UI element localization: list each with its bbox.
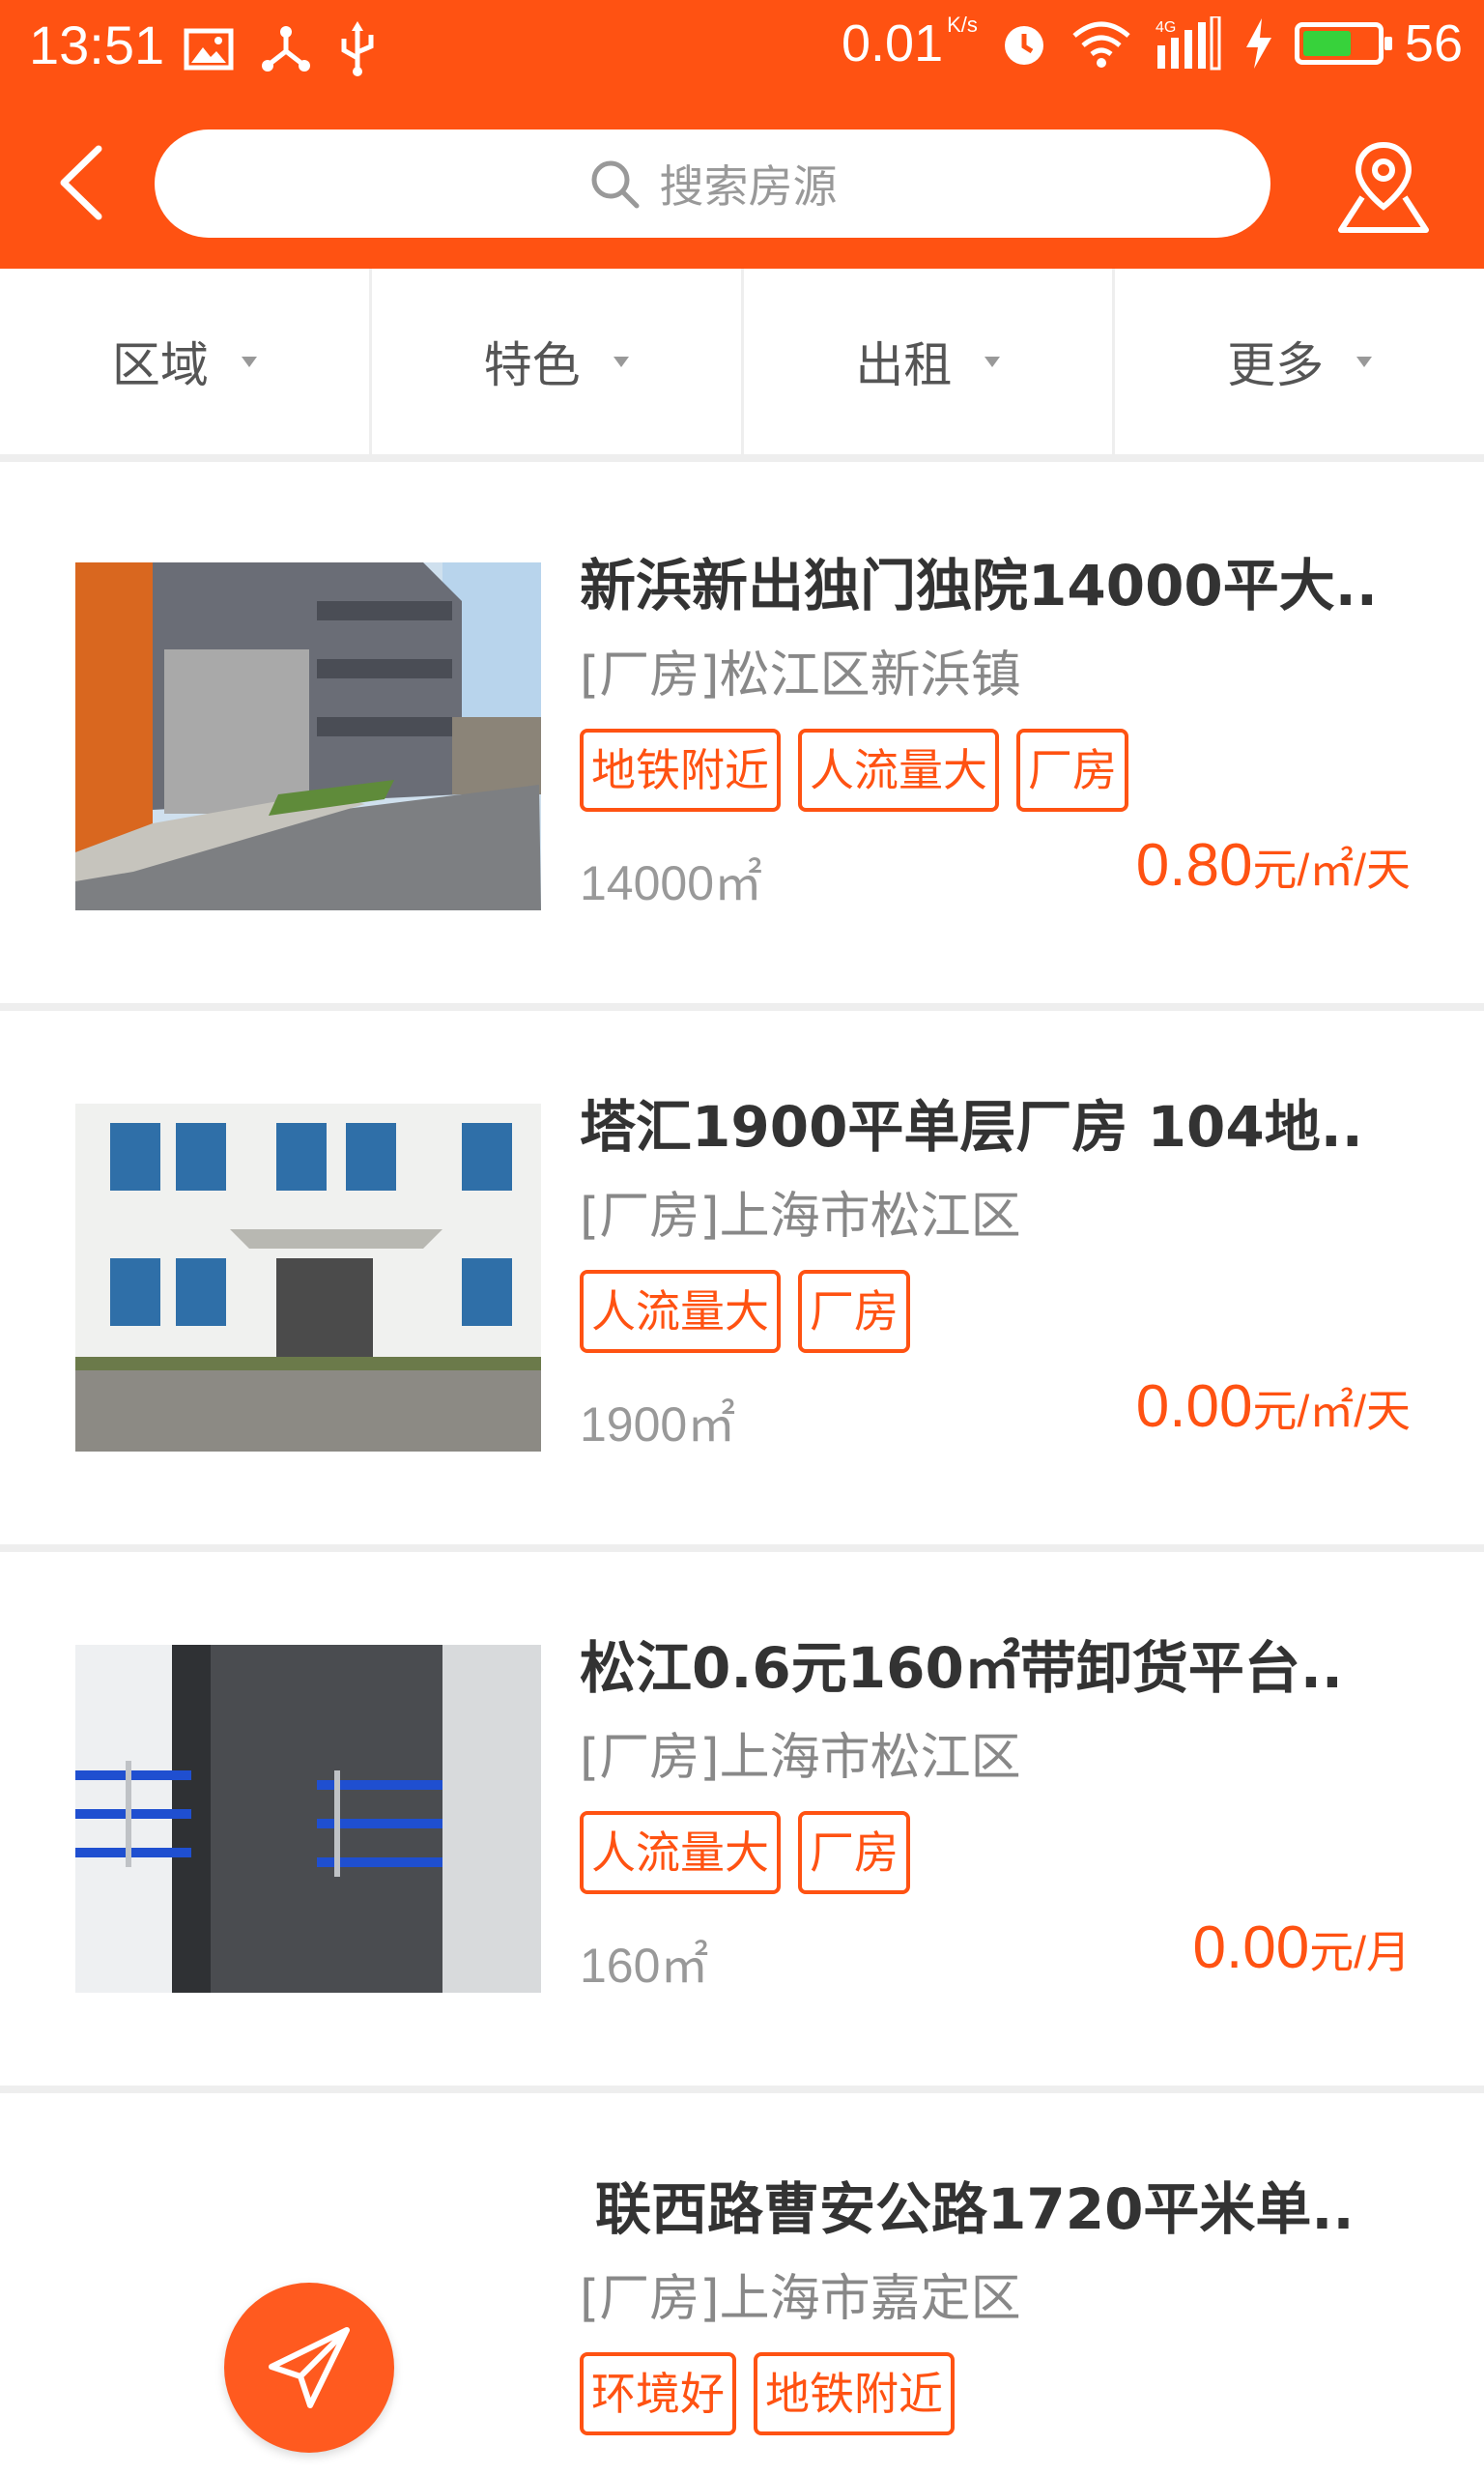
price-value: 0.80 xyxy=(1135,832,1253,899)
listing-meta: 1900㎡ 0.00元/㎡/天 xyxy=(580,1372,1411,1452)
price-value: 0.00 xyxy=(1135,1373,1253,1440)
listing-info: 塔汇1900平单层厂房 104地.. [厂房]上海市松江区 人流量大 厂房 19… xyxy=(580,1088,1411,1452)
price-unit: 元/月 xyxy=(1309,1927,1411,1977)
map-pin-icon[interactable] xyxy=(1333,137,1434,238)
listing-tag: 地铁附近 xyxy=(754,2352,955,2435)
wifi-icon xyxy=(1072,21,1130,68)
image-icon xyxy=(184,28,234,71)
price-unit: 元/㎡/天 xyxy=(1252,845,1411,895)
battery-level: 56 xyxy=(1404,14,1463,72)
listing-title: 塔汇1900平单层厂房 104地.. xyxy=(580,1094,1363,1160)
listing-tags: 环境好 地铁附近 xyxy=(580,2352,1411,2435)
battery-icon xyxy=(1294,22,1392,65)
listing-tags: 人流量大 厂房 xyxy=(580,1270,1411,1353)
status-time: 13:51 xyxy=(29,14,165,75)
network-speed: 0.01 K/s xyxy=(842,13,978,73)
charging-icon xyxy=(1245,18,1271,69)
listing-list: 新浜新出独门独院14000平大.. [厂房]松江区新浜镇 地铁附近 人流量大 厂… xyxy=(0,470,1484,2474)
caret-down-icon xyxy=(1356,356,1373,367)
network-speed-value: 0.01 xyxy=(842,14,944,72)
filter-bar: 区域 特色 出租 更多 xyxy=(0,269,1484,462)
listing-card[interactable]: 联西路曹安公路1720平米单.. [厂房]上海市嘉定区 环境好 地铁附近 xyxy=(0,2093,1484,2474)
status-bar: 13:51 0.01 K/s 4G 56 xyxy=(0,0,1484,97)
signal-4g-icon: 4G xyxy=(1156,16,1221,71)
listing-tag: 人流量大 xyxy=(798,729,999,812)
listing-card[interactable]: 新浜新出独门独院14000平大.. [厂房]松江区新浜镇 地铁附近 人流量大 厂… xyxy=(0,470,1484,1011)
listing-tags: 地铁附近 人流量大 厂房 xyxy=(580,729,1411,812)
listing-info: 联西路曹安公路1720平米单.. [厂房]上海市嘉定区 环境好 地铁附近 xyxy=(580,2171,1411,2435)
filter-label: 特色 xyxy=(483,337,581,393)
svg-text:4G: 4G xyxy=(1156,19,1176,36)
listing-meta: 14000㎡ 0.80元/㎡/天 xyxy=(580,831,1411,910)
listing-address: [厂房]上海市嘉定区 xyxy=(580,2270,1021,2328)
listing-address: [厂房]上海市松江区 xyxy=(580,1188,1021,1246)
filter-feature[interactable]: 特色 xyxy=(372,269,744,454)
listing-info: 松江0.6元160㎡带卸货平台.. [厂房]上海市松江区 人流量大 厂房 160… xyxy=(580,1629,1411,1993)
listing-tag: 厂房 xyxy=(798,1270,910,1353)
listing-card[interactable]: 松江0.6元160㎡带卸货平台.. [厂房]上海市松江区 人流量大 厂房 160… xyxy=(0,1552,1484,2093)
search-input[interactable]: 搜索房源 xyxy=(155,129,1270,238)
listing-tag: 人流量大 xyxy=(580,1270,781,1353)
filter-more[interactable]: 更多 xyxy=(1115,269,1484,454)
header-bar: 搜索房源 xyxy=(0,97,1484,269)
status-system-icons: 0.01 K/s 4G 56 xyxy=(842,13,1463,73)
price-value: 0.00 xyxy=(1192,1914,1310,1981)
listing-tags: 人流量大 厂房 xyxy=(580,1811,1411,1894)
listing-price: 0.00元/月 xyxy=(1193,1913,1411,1982)
listing-meta: 160㎡ 0.00元/月 xyxy=(580,1913,1411,1993)
listing-title: 松江0.6元160㎡带卸货平台.. xyxy=(580,1635,1343,1701)
filter-label: 出租 xyxy=(855,337,953,393)
send-icon xyxy=(269,2327,350,2408)
filter-rent[interactable]: 出租 xyxy=(744,269,1116,454)
caret-down-icon xyxy=(985,356,1001,367)
listing-card[interactable]: 塔汇1900平单层厂房 104地.. [厂房]上海市松江区 人流量大 厂房 19… xyxy=(0,1011,1484,1552)
listing-photo xyxy=(75,1104,541,1452)
listing-title: 新浜新出独门独院14000平大.. xyxy=(580,553,1378,618)
caret-down-icon xyxy=(613,356,629,367)
price-unit: 元/㎡/天 xyxy=(1252,1386,1411,1436)
listing-area: 14000㎡ xyxy=(580,856,763,910)
network-speed-unit: K/s xyxy=(947,13,978,37)
listing-tag: 环境好 xyxy=(580,2352,736,2435)
listing-photo xyxy=(75,562,541,910)
listing-tag: 厂房 xyxy=(1016,729,1128,812)
filter-label: 更多 xyxy=(1227,337,1325,393)
share-icon xyxy=(262,26,310,72)
status-notification-icons xyxy=(184,21,377,77)
chevron-left-icon[interactable] xyxy=(48,139,116,226)
listing-address: [厂房]松江区新浜镇 xyxy=(580,647,1021,705)
listing-tag: 人流量大 xyxy=(580,1811,781,1894)
listing-price: 0.00元/㎡/天 xyxy=(1136,1372,1411,1441)
search-icon xyxy=(591,160,639,209)
listing-area: 1900㎡ xyxy=(580,1397,736,1452)
listing-address: [厂房]上海市松江区 xyxy=(580,1729,1021,1787)
publish-button[interactable] xyxy=(224,2283,394,2453)
listing-info: 新浜新出独门独院14000平大.. [厂房]松江区新浜镇 地铁附近 人流量大 厂… xyxy=(580,547,1411,910)
listing-price: 0.80元/㎡/天 xyxy=(1136,831,1411,900)
alarm-icon xyxy=(1004,26,1043,65)
search-placeholder: 搜索房源 xyxy=(659,160,838,213)
usb-icon xyxy=(341,21,374,76)
listing-title: 联西路曹安公路1720平米单.. xyxy=(595,2176,1355,2242)
listing-tag: 地铁附近 xyxy=(580,729,781,812)
filter-label: 区域 xyxy=(111,337,209,393)
filter-area[interactable]: 区域 xyxy=(0,269,372,454)
listing-tag: 厂房 xyxy=(798,1811,910,1894)
caret-down-icon xyxy=(241,356,257,367)
listing-area: 160㎡ xyxy=(580,1939,709,1993)
listing-photo xyxy=(75,1645,541,1993)
